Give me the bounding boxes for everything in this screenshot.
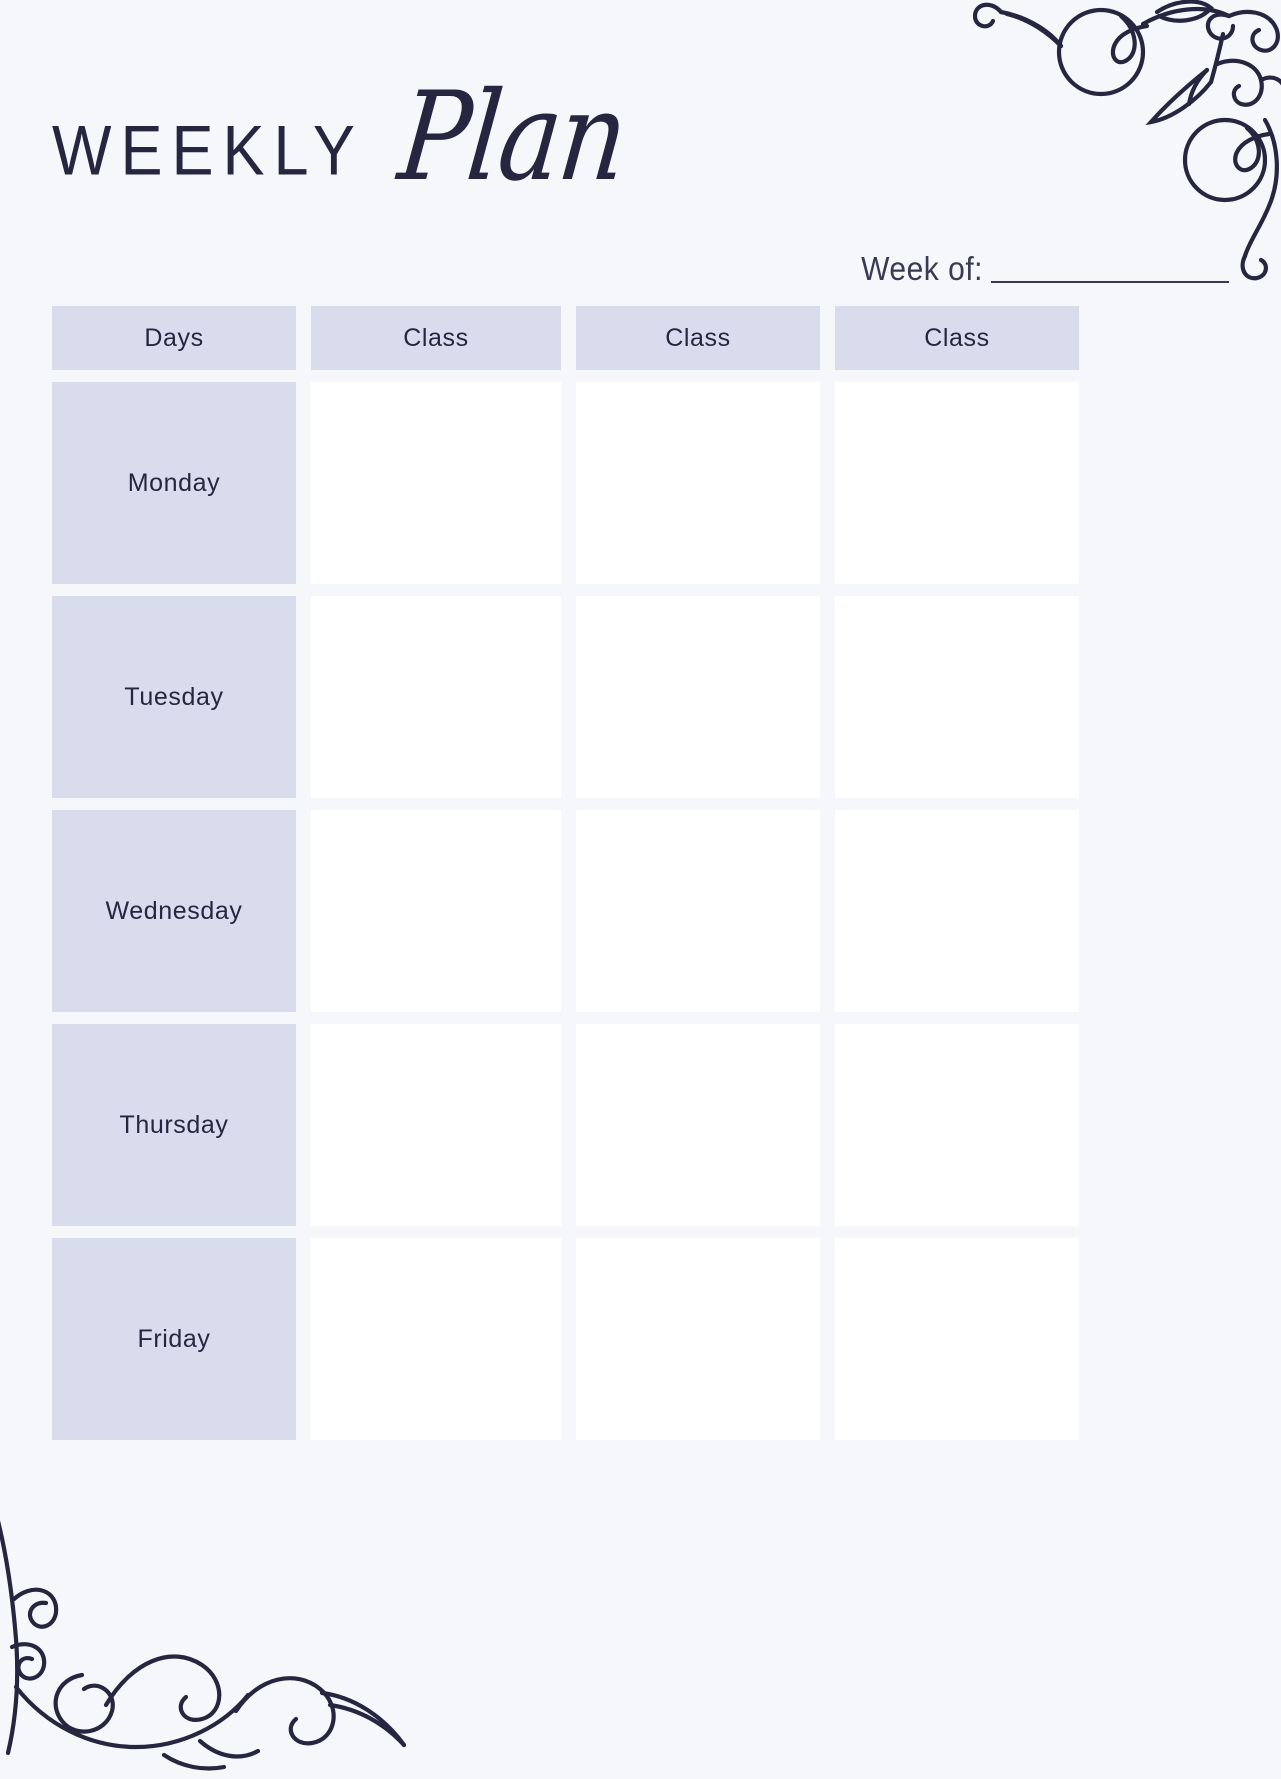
planner-page: WEEKLY Plan Week of: Days Class Class Cl… bbox=[0, 0, 1281, 1771]
class-entry-cell[interactable] bbox=[835, 596, 1079, 798]
title-weekly: WEEKLY bbox=[52, 111, 364, 191]
class-entry-cell[interactable] bbox=[835, 382, 1079, 584]
header-cell-class-3: Class bbox=[835, 306, 1079, 370]
day-label: Wednesday bbox=[105, 896, 243, 925]
page-title: WEEKLY Plan bbox=[52, 65, 632, 209]
class-entry-cell[interactable] bbox=[311, 596, 561, 798]
header-cell-days: Days bbox=[52, 306, 296, 370]
swirl-flourish-icon-top-right bbox=[961, 0, 1281, 284]
table-row: Wednesday bbox=[52, 810, 1081, 1012]
day-label-cell: Wednesday bbox=[52, 810, 296, 1012]
day-label: Thursday bbox=[119, 1110, 229, 1139]
header-cell-class-1: Class bbox=[311, 306, 561, 370]
table-row: Tuesday bbox=[52, 596, 1081, 798]
week-of-label: Week of: bbox=[861, 251, 983, 288]
header-label: Class bbox=[924, 323, 990, 352]
day-label-cell: Monday bbox=[52, 382, 296, 584]
header-label: Class bbox=[665, 323, 731, 352]
day-label-cell: Thursday bbox=[52, 1024, 296, 1226]
header-label: Class bbox=[403, 323, 469, 352]
weekly-planner-table: Days Class Class Class Monday Tuesday We… bbox=[52, 306, 1081, 1440]
table-row: Monday bbox=[52, 382, 1081, 584]
swirl-flourish-icon-bottom-left bbox=[0, 1479, 416, 1779]
class-entry-cell[interactable] bbox=[576, 1024, 820, 1226]
week-of-input-line[interactable] bbox=[991, 281, 1229, 283]
table-header-row: Days Class Class Class bbox=[52, 306, 1081, 370]
title-plan-script: Plan bbox=[392, 64, 633, 209]
table-row: Thursday bbox=[52, 1024, 1081, 1226]
class-entry-cell[interactable] bbox=[835, 1238, 1079, 1440]
class-entry-cell[interactable] bbox=[311, 1238, 561, 1440]
day-label-cell: Tuesday bbox=[52, 596, 296, 798]
class-entry-cell[interactable] bbox=[835, 810, 1079, 1012]
day-label: Monday bbox=[127, 468, 221, 497]
day-label: Friday bbox=[137, 1324, 211, 1353]
class-entry-cell[interactable] bbox=[576, 810, 820, 1012]
class-entry-cell[interactable] bbox=[576, 1238, 820, 1440]
week-of-field[interactable]: Week of: bbox=[861, 251, 1229, 289]
class-entry-cell[interactable] bbox=[576, 382, 820, 584]
class-entry-cell[interactable] bbox=[311, 1024, 561, 1226]
class-entry-cell[interactable] bbox=[311, 810, 561, 1012]
day-label-cell: Friday bbox=[52, 1238, 296, 1440]
day-label: Tuesday bbox=[124, 682, 224, 711]
class-entry-cell[interactable] bbox=[576, 596, 820, 798]
class-entry-cell[interactable] bbox=[311, 382, 561, 584]
header-cell-class-2: Class bbox=[576, 306, 820, 370]
table-row: Friday bbox=[52, 1238, 1081, 1440]
class-entry-cell[interactable] bbox=[835, 1024, 1079, 1226]
header-label: Days bbox=[144, 323, 204, 352]
